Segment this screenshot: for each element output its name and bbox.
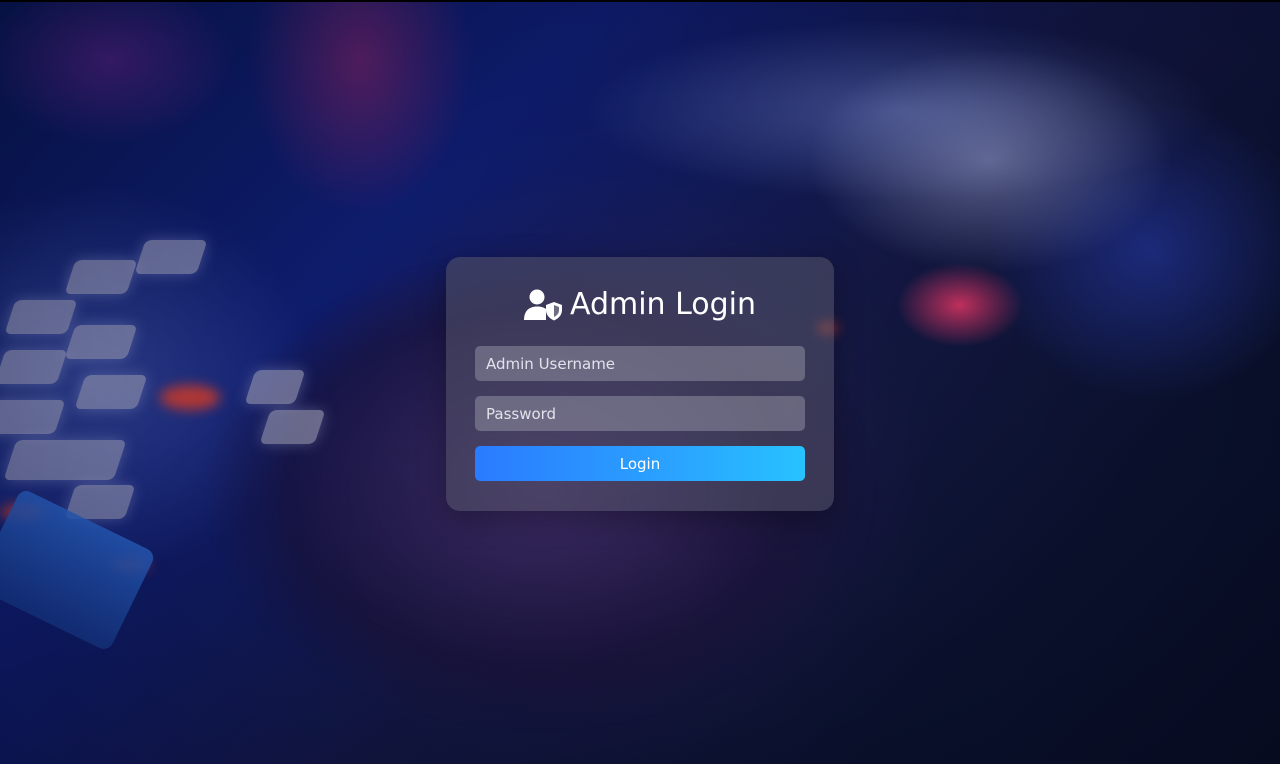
login-button[interactable]: Login: [475, 446, 805, 481]
username-input[interactable]: [475, 346, 805, 381]
password-input[interactable]: [475, 396, 805, 431]
login-card: Admin Login Login: [446, 257, 834, 511]
page-title: Admin Login: [569, 287, 757, 322]
login-header: Admin Login: [446, 285, 834, 325]
user-shield-icon: [523, 289, 562, 321]
